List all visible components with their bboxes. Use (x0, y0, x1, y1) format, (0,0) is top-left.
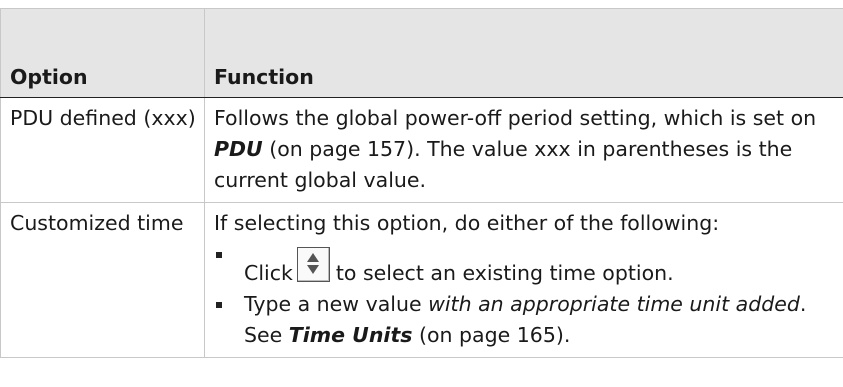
pdu-link[interactable]: PDU (214, 137, 263, 161)
option-cell: PDU defined (xxx) (0, 97, 205, 203)
option-cell: Customized time (0, 202, 205, 358)
function-text-end: (on page 157). The value xxx in parenthe… (214, 137, 793, 192)
header-row: Option Function (0, 8, 843, 98)
option-function-table: Option Function PDU defined (xxx) Follow… (0, 8, 843, 358)
table-row: PDU defined (xxx) Follows the global pow… (0, 97, 843, 203)
function-cell: If selecting this option, do either of t… (204, 202, 843, 358)
header-function: Function (204, 8, 843, 98)
time-units-link[interactable]: Time Units (289, 323, 413, 347)
bullet-list: Click to select an existing time option. … (214, 239, 835, 351)
click-text: Click (244, 261, 293, 285)
select-text: to select an existing time option. (335, 261, 674, 285)
table-row: Customized time If selecting this option… (0, 202, 843, 358)
emphasis-text: with an appropriate time unit added (428, 292, 800, 316)
type-text: Type a new value (244, 292, 429, 316)
page-ref-text: (on page 165). (412, 323, 571, 347)
function-text: Follows the global power-off period sett… (214, 106, 817, 130)
function-cell: Follows the global power-off period sett… (204, 97, 843, 203)
intro-text: If selecting this option, do either of t… (214, 211, 720, 235)
list-item: Type a new value with an appropriate tim… (214, 289, 835, 351)
list-item: Click to select an existing time option. (214, 239, 835, 289)
up-down-spinner-icon (296, 247, 330, 282)
header-option: Option (0, 8, 205, 98)
